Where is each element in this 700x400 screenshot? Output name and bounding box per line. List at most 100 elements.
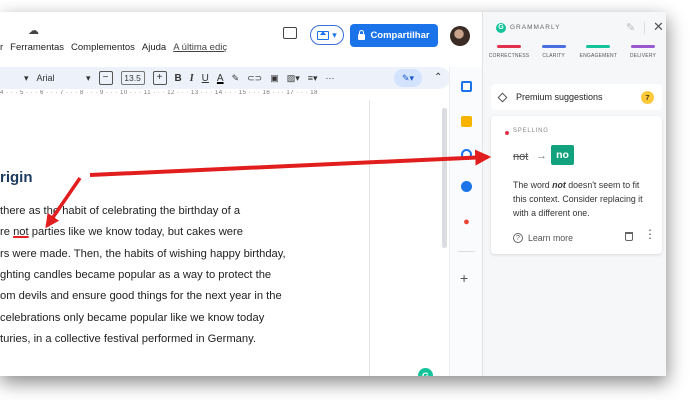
more-options-button[interactable]: ··· [326, 73, 335, 83]
tasks-icon[interactable] [461, 149, 472, 160]
arrow-right-icon: → [536, 150, 547, 162]
grammarly-title: GRAMMARLY [510, 24, 561, 31]
lock-icon [358, 30, 366, 40]
editing-mode-button[interactable]: ✎ ▾ [394, 69, 422, 87]
align-icon[interactable]: ≡▾ [308, 73, 318, 84]
decrease-font-size-button[interactable]: − [98, 71, 113, 85]
comment-history-icon[interactable] [283, 27, 297, 39]
maps-icon[interactable]: ● [461, 217, 472, 228]
last-edit-link[interactable]: A última ediç [173, 42, 227, 53]
contacts-icon[interactable] [461, 181, 472, 192]
goals-icon[interactable]: ✎ [626, 21, 635, 34]
add-addon-icon[interactable]: + [460, 270, 468, 286]
grammarly-float-button[interactable]: G [418, 368, 433, 376]
share-button[interactable]: Compartilhar [350, 24, 438, 47]
insert-image-icon[interactable]: ▨▾ [287, 73, 300, 84]
premium-suggestions-row[interactable]: Premium suggestions 7 [491, 84, 662, 110]
category-tabs: CORRECTNESS CLARITY ENGAGEMENT DELIVERY [489, 45, 661, 59]
highlight-pen-icon[interactable]: ✎ [232, 73, 240, 84]
avatar[interactable] [450, 26, 470, 46]
increase-font-size-button[interactable]: + [152, 71, 167, 85]
paragraph-line: rs were made. Then, the habits of wishin… [0, 248, 286, 260]
correctness-bar [497, 45, 521, 48]
divider [458, 251, 475, 252]
paragraph-line: ghting candles became popular as a way t… [0, 269, 271, 281]
paragraph-line: om devils and ensure good things for the… [0, 290, 282, 302]
scrollbar[interactable] [442, 108, 447, 248]
help-icon: ? [513, 233, 523, 243]
original-word: not [513, 151, 529, 163]
underline-button[interactable]: U [202, 73, 209, 84]
explanation-word: not [552, 180, 566, 190]
line-text: om devils and ensure good things for the… [0, 290, 282, 303]
line-text: as the habit of celebrating the birthday… [28, 205, 241, 217]
app-window: ☁ r Ferramentas Complementos Ajuda A últ… [0, 12, 666, 376]
tab-engagement[interactable]: ENGAGEMENT [579, 45, 618, 59]
italic-button[interactable]: I [190, 73, 194, 84]
calendar-icon[interactable] [461, 81, 472, 92]
tab-label: CLARITY [542, 53, 565, 59]
line-text: ghting candles became popular as a way t… [0, 268, 272, 281]
line-text: parties like we know today, but cakes we… [28, 226, 243, 239]
suggestion-explanation: The word not doesn't seem to fit this co… [513, 178, 655, 220]
ruler[interactable]: 4 · · · 5 · · · 6 · · · 7 · · · 8 · · · … [0, 90, 370, 100]
chevron-down-icon: ▾ [409, 72, 415, 83]
delivery-bar [630, 45, 655, 48]
formatting-toolbar: ▾ Arial ▾ − 13.5 + B I U A ✎ ⊂⊃ ▣ ▨▾ ≡▾ … [0, 67, 450, 89]
accept-suggestion-button[interactable]: no [551, 145, 574, 165]
style-dropdown-chevron-icon[interactable]: ▾ [24, 73, 29, 84]
menu-item-addons[interactable]: Complementos [71, 42, 135, 53]
text-color-button[interactable]: A [217, 73, 224, 84]
tab-clarity[interactable]: CLARITY [536, 45, 572, 59]
line-text: there [0, 205, 29, 217]
engagement-bar [586, 45, 611, 48]
font-size-input[interactable]: 13.5 [120, 71, 145, 85]
pencil-icon: ✎ [401, 72, 410, 83]
paragraph-line: there as the habit of celebrating the bi… [0, 205, 240, 217]
suggestion-card[interactable]: SPELLING not → no The word not doesn't s… [491, 116, 662, 254]
menu-item-help[interactable]: Ajuda [142, 42, 166, 53]
line-text: celebrations only became popular like we… [0, 311, 265, 324]
spelling-error-word[interactable]: not [13, 226, 29, 238]
paragraph-line: turies, in a collective festival perform… [0, 333, 256, 345]
trash-icon[interactable] [625, 232, 633, 241]
more-options-icon[interactable]: ⋮ [644, 228, 656, 240]
grammarly-logo-icon: G [496, 23, 506, 33]
diamond-icon [497, 92, 508, 102]
close-icon[interactable]: ✕ [653, 19, 664, 35]
side-panel-strip: ● + [449, 67, 482, 376]
learn-more-link[interactable]: ? Learn more [513, 233, 573, 243]
explanation-text: The word [513, 180, 553, 190]
chevron-down-icon: ▾ [86, 72, 91, 83]
line-text: turies, in a collective festival perform… [0, 332, 256, 345]
grammarly-panel: G GRAMMARLY ✎ ✕ CORRECTNESS CLARITY ENGA… [482, 12, 666, 376]
present-button[interactable]: ▾ [310, 25, 344, 45]
tab-label: ENGAGEMENT [579, 53, 618, 59]
share-button-label: Compartilhar [370, 30, 430, 41]
line-text: rs were made. Then, the habits of wishin… [0, 247, 286, 260]
spelling-dot-icon [505, 131, 509, 135]
add-comment-icon[interactable]: ▣ [270, 73, 279, 84]
divider [644, 22, 645, 34]
grammarly-logo-icon: G [421, 370, 429, 377]
tab-label: DELIVERY [629, 53, 657, 59]
menu-item-tools[interactable]: Ferramentas [10, 42, 64, 53]
clarity-bar [541, 45, 566, 48]
tab-delivery[interactable]: DELIVERY [625, 45, 661, 59]
keep-icon[interactable] [461, 116, 472, 127]
bold-button[interactable]: B [175, 73, 182, 84]
premium-label: Premium suggestions [516, 92, 603, 102]
collapse-menus-icon[interactable]: ⌃ [434, 72, 442, 83]
line-text: re [0, 226, 14, 239]
font-select[interactable]: Arial ▾ [37, 73, 91, 84]
suggestion-category: SPELLING [513, 128, 549, 134]
tab-correctness[interactable]: CORRECTNESS [489, 45, 529, 59]
google-docs-editor: ☁ r Ferramentas Complementos Ajuda A últ… [0, 12, 482, 376]
font-name: Arial [36, 72, 55, 83]
menu-item-format[interactable]: r [0, 42, 3, 53]
paragraph-line: re not parties like we know today, but c… [0, 226, 243, 238]
paragraph-line: celebrations only became popular like we… [0, 312, 264, 324]
chevron-down-icon: ▾ [332, 29, 337, 40]
insert-link-icon[interactable]: ⊂⊃ [247, 73, 262, 84]
learn-more-label: Learn more [528, 233, 573, 243]
